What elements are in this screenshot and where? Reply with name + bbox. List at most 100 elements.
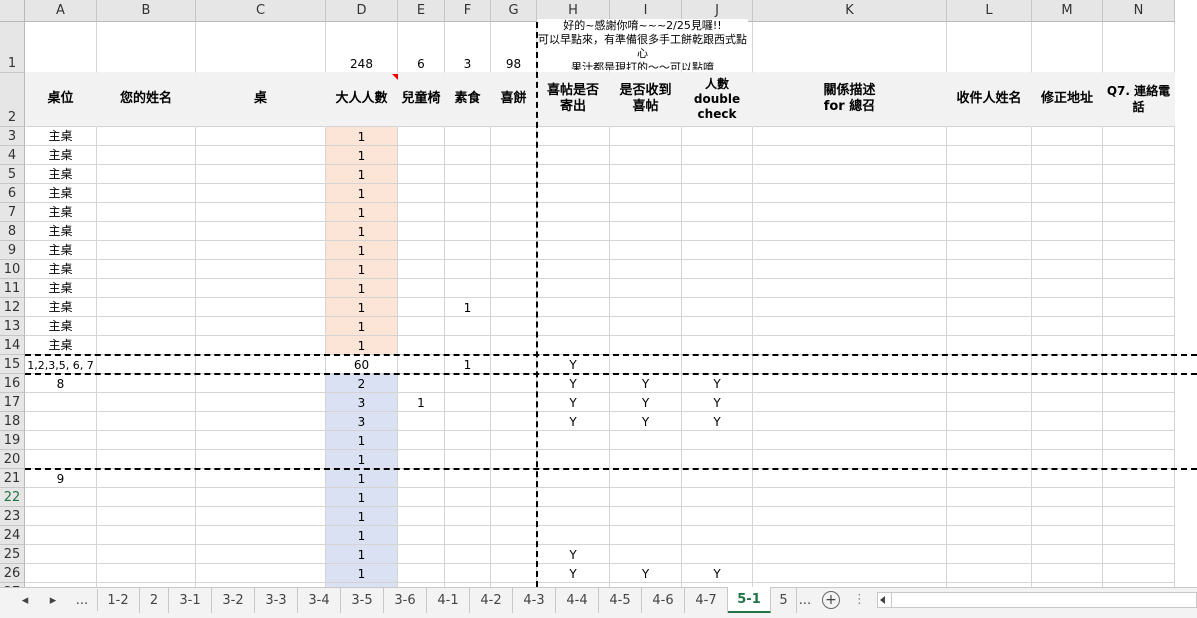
cell-f16[interactable] [445, 374, 491, 393]
sheet-tab-4-1[interactable]: 4-1 [427, 587, 470, 613]
cell-l18[interactable] [947, 412, 1032, 431]
cell-f20[interactable] [445, 450, 491, 469]
cell-n20[interactable] [1103, 450, 1175, 469]
cell-b1[interactable] [97, 22, 196, 73]
column-header-m[interactable]: M [1032, 0, 1103, 22]
cell-m22[interactable] [1032, 488, 1103, 507]
cell-d12[interactable]: 1 [326, 298, 398, 317]
cell-n18[interactable] [1103, 412, 1175, 431]
cell-g25[interactable] [491, 545, 537, 564]
cell-b12[interactable] [97, 298, 196, 317]
sheet-tab-5[interactable]: 5 [771, 587, 797, 613]
cell-j16[interactable]: Y [682, 374, 753, 393]
cell-l3[interactable] [947, 127, 1032, 146]
cell-j18[interactable]: Y [682, 412, 753, 431]
cell-h22[interactable] [537, 488, 610, 507]
cell-n1[interactable] [1103, 22, 1175, 73]
cell-c18[interactable] [196, 412, 326, 431]
cell-k4[interactable] [753, 146, 947, 165]
scroll-thumb[interactable] [891, 593, 1191, 607]
cell-m25[interactable] [1032, 545, 1103, 564]
cell-d18[interactable]: 3 [326, 412, 398, 431]
cell-e24[interactable] [398, 526, 445, 545]
cell-f15[interactable]: 1 [445, 355, 491, 374]
row-header[interactable]: 22 [0, 488, 25, 507]
cell-d25[interactable]: 1 [326, 545, 398, 564]
cell-c9[interactable] [196, 241, 326, 260]
cell-h9[interactable] [537, 241, 610, 260]
cell-d16[interactable]: 2 [326, 374, 398, 393]
cell-d4[interactable]: 1 [326, 146, 398, 165]
cell-g21[interactable] [491, 469, 537, 488]
cell-g15[interactable] [491, 355, 537, 374]
cell-d14[interactable]: 1 [326, 336, 398, 355]
cell-n2[interactable]: Q7. 連絡電話 [1103, 73, 1175, 127]
cell-f10[interactable] [445, 260, 491, 279]
sheet-tab-4-4[interactable]: 4-4 [556, 587, 599, 613]
cell-b20[interactable] [97, 450, 196, 469]
select-all-corner[interactable] [0, 0, 25, 22]
cell-i18[interactable]: Y [610, 412, 682, 431]
sheet-tab-4-5[interactable]: 4-5 [599, 587, 642, 613]
cell-c21[interactable] [196, 469, 326, 488]
cell-l12[interactable] [947, 298, 1032, 317]
cell-m26[interactable] [1032, 564, 1103, 583]
more-tabs-right-button[interactable]: ... [795, 587, 815, 613]
cell-m4[interactable] [1032, 146, 1103, 165]
cell-f4[interactable] [445, 146, 491, 165]
cell-d24[interactable]: 1 [326, 526, 398, 545]
cell-d13[interactable]: 1 [326, 317, 398, 336]
cell-f25[interactable] [445, 545, 491, 564]
cell-a19[interactable] [25, 431, 97, 450]
cell-k22[interactable] [753, 488, 947, 507]
cell-j23[interactable] [682, 507, 753, 526]
column-header-n[interactable]: N [1103, 0, 1175, 22]
cell-j5[interactable] [682, 165, 753, 184]
cell-m8[interactable] [1032, 222, 1103, 241]
cell-m17[interactable] [1032, 393, 1103, 412]
cell-c13[interactable] [196, 317, 326, 336]
row-header[interactable]: 17 [0, 393, 25, 412]
cell-f1[interactable]: 3 [445, 22, 491, 73]
cell-i12[interactable] [610, 298, 682, 317]
cell-l5[interactable] [947, 165, 1032, 184]
cell-l23[interactable] [947, 507, 1032, 526]
cell-h13[interactable] [537, 317, 610, 336]
cell-e13[interactable] [398, 317, 445, 336]
cell-g14[interactable] [491, 336, 537, 355]
cell-n13[interactable] [1103, 317, 1175, 336]
cell-j26[interactable]: Y [682, 564, 753, 583]
cell-e1[interactable]: 6 [398, 22, 445, 73]
cell-k24[interactable] [753, 526, 947, 545]
cell-c24[interactable] [196, 526, 326, 545]
cell-c20[interactable] [196, 450, 326, 469]
cell-g1[interactable]: 98 [491, 22, 537, 73]
cell-g17[interactable] [491, 393, 537, 412]
cell-g23[interactable] [491, 507, 537, 526]
row-header[interactable]: 10 [0, 260, 25, 279]
cell-i11[interactable] [610, 279, 682, 298]
row-header[interactable]: 24 [0, 526, 25, 545]
cell-d7[interactable]: 1 [326, 203, 398, 222]
cell-m7[interactable] [1032, 203, 1103, 222]
cell-l1[interactable] [947, 22, 1032, 73]
cell-c22[interactable] [196, 488, 326, 507]
cell-g26[interactable] [491, 564, 537, 583]
cell-d1[interactable]: 248 [326, 22, 398, 73]
cell-k20[interactable] [753, 450, 947, 469]
sheet-tab-5-1[interactable]: 5-1 [728, 587, 771, 613]
cell-k1[interactable] [753, 22, 947, 73]
cell-n6[interactable] [1103, 184, 1175, 203]
cell-f17[interactable] [445, 393, 491, 412]
cell-b14[interactable] [97, 336, 196, 355]
cell-h18[interactable]: Y [537, 412, 610, 431]
cell-b13[interactable] [97, 317, 196, 336]
cell-c17[interactable] [196, 393, 326, 412]
cell-i2[interactable]: 是否收到 喜帖 [610, 73, 682, 127]
cell-e12[interactable] [398, 298, 445, 317]
cell-n17[interactable] [1103, 393, 1175, 412]
cell-f23[interactable] [445, 507, 491, 526]
row-header[interactable]: 13 [0, 317, 25, 336]
cell-d20[interactable]: 1 [326, 450, 398, 469]
cell-a5[interactable]: 主桌 [25, 165, 97, 184]
